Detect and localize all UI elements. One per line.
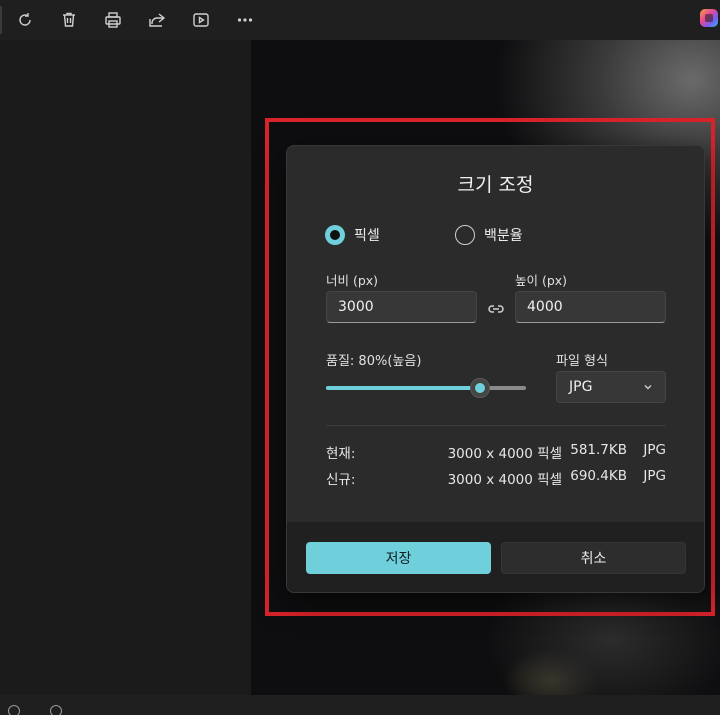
info-icon[interactable] [50,705,62,715]
cancel-button[interactable]: 취소 [501,542,686,574]
new-info-row: 신규: 3000 x 4000 픽셀 690.4KB JPG [326,468,666,488]
delete-button[interactable] [55,6,83,34]
more-button[interactable] [231,6,259,34]
current-label: 현재: [326,446,356,462]
radio-pixels[interactable]: 픽셀 [325,224,380,246]
radio-percent[interactable]: 백분율 [455,224,523,246]
current-format: JPG [643,442,666,458]
toolbar-divider [0,6,2,34]
slideshow-icon [193,13,209,27]
delete-icon [63,12,75,27]
more-icon [237,18,253,22]
share-icon [149,13,166,27]
divider [326,425,666,426]
dialog-title: 크기 조정 [457,174,534,196]
format-label: 파일 형식 [556,354,608,369]
dialog-footer: 저장 취소 [287,522,704,592]
quality-slider-fill [326,386,480,390]
save-button[interactable]: 저장 [306,542,491,574]
resize-dialog: 크기 조정 픽셀 백분율 너비 (px) 3000 높이 (px) 4000 품… [286,145,705,593]
quality-label: 품질: 80%(높음) [326,354,422,369]
height-label: 높이 (px) [515,273,568,288]
quality-slider[interactable] [326,378,526,398]
quality-slider-thumb[interactable] [470,378,490,398]
share-button[interactable] [143,6,171,34]
radio-pixels-indicator [325,225,345,245]
radio-percent-indicator [455,225,475,245]
current-info-row: 현재: 3000 x 4000 픽셀 581.7KB JPG [326,442,666,462]
left-panel [0,40,251,695]
favorite-icon[interactable] [8,705,20,715]
print-button[interactable] [99,6,127,34]
radio-percent-label: 백분율 [484,228,523,244]
new-label: 신규: [326,472,356,488]
current-dimensions: 3000 x 4000 픽셀 [447,446,562,462]
link-icon [488,305,504,313]
width-input[interactable]: 3000 [326,291,477,323]
new-format: JPG [643,468,666,484]
height-input[interactable]: 4000 [515,291,666,323]
aspect-lock-button[interactable] [487,301,505,315]
radio-pixels-label: 픽셀 [354,228,380,244]
rotate-icon [19,13,31,26]
rotate-button[interactable] [11,6,39,34]
copilot-icon[interactable] [700,9,718,27]
slideshow-button[interactable] [187,6,215,34]
new-size: 690.4KB [570,468,627,484]
current-size: 581.7KB [570,442,627,458]
width-label: 너비 (px) [326,273,379,288]
new-dimensions: 3000 x 4000 픽셀 [447,472,562,488]
bottom-bar [0,695,720,715]
format-dropdown[interactable]: JPG [556,371,666,403]
format-value: JPG [569,379,593,395]
top-toolbar [0,0,720,40]
print-icon [105,12,121,28]
chevron-down-icon [644,385,652,390]
